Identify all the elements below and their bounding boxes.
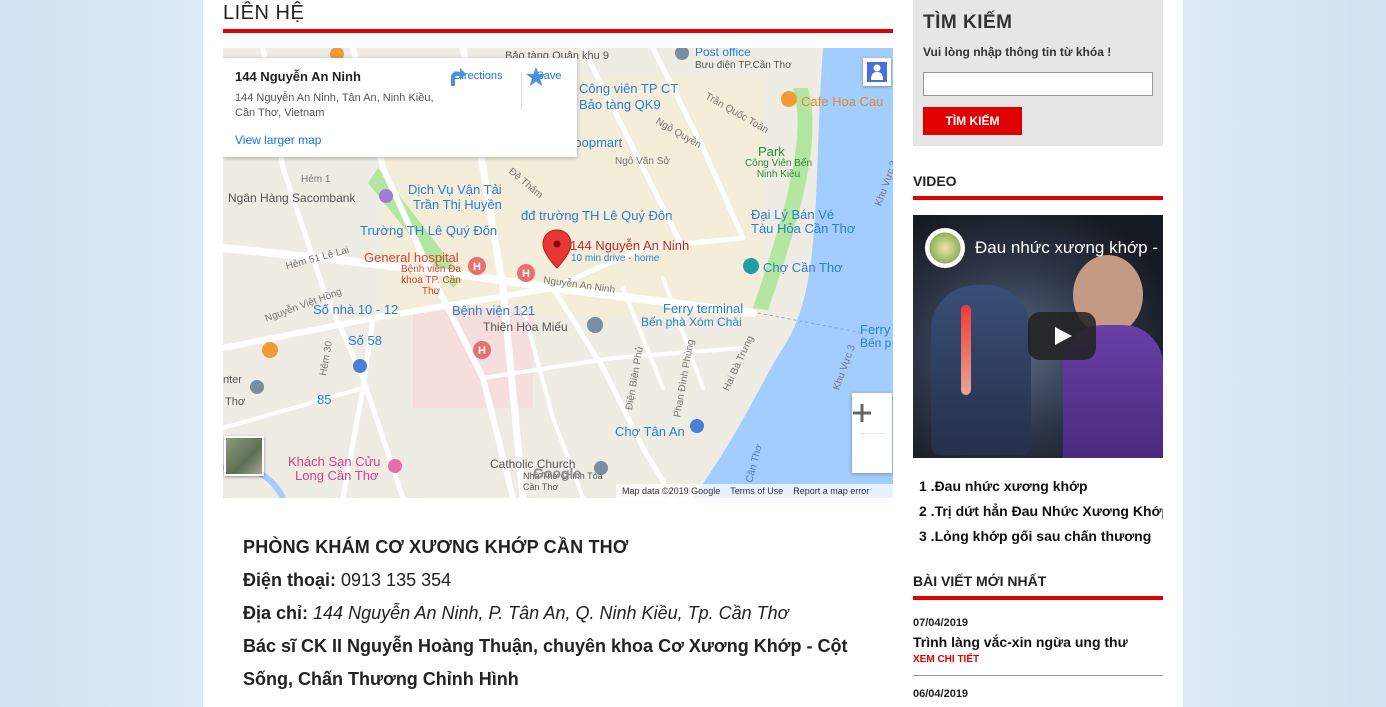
- zoom-controls: [852, 393, 892, 473]
- satellite-toggle[interactable]: [224, 436, 264, 476]
- directions-button[interactable]: Directions: [445, 66, 511, 86]
- map-label-ferry-sub: Bến phà Xóm Chài: [641, 315, 742, 329]
- map-label-so-85: 85: [317, 392, 332, 407]
- map-label-truong-th: Trường TH Lê Quý Đôn: [360, 223, 498, 238]
- map-label-center: nter: [223, 374, 242, 386]
- phone-value: 0913 135 354: [341, 570, 452, 590]
- zoom-out-button[interactable]: [852, 411, 892, 474]
- post-date: 07/04/2019: [913, 617, 969, 629]
- video-list: 1 .Đau nhức xương khớp 2 .Trị dứt hẳn Đa…: [919, 474, 1163, 549]
- map-label-cho-tan-an: Chợ Tân An: [615, 424, 685, 439]
- address-label: Địa chỉ:: [243, 603, 309, 623]
- view-larger-map-link[interactable]: View larger map: [235, 133, 321, 147]
- map-label-dai-ly-ve: Đại Lý Bán Vé: [751, 207, 835, 222]
- minus-icon: [853, 411, 871, 415]
- map-label-hem1: Hẻm 1: [301, 174, 331, 185]
- video-list-item[interactable]: 1 .Đau nhức xương khớp: [919, 474, 1163, 499]
- video-list-item[interactable]: 3 .Lỏng khớp gối sau chấn thương: [919, 524, 1163, 549]
- search-input[interactable]: [923, 72, 1153, 96]
- google-map[interactable]: H H H Bảo tàng Quân khu 9 Post office Bư…: [223, 48, 893, 498]
- map-label-sacombank: Ngân Hàng Sacombank: [228, 191, 356, 205]
- map-label-dai-ly-ve-sub: Tàu Hỏa Cần Thơ: [751, 221, 856, 236]
- map-label-center-sub: Thơ: [225, 396, 246, 408]
- report-map-error-link[interactable]: Report a map error: [793, 486, 869, 496]
- post-divider: [913, 675, 1163, 676]
- post-date: 06/04/2019: [913, 688, 969, 700]
- card-divider: [521, 72, 522, 110]
- map-label-post-office: Post office: [695, 48, 751, 59]
- map-label-general-hospital: General hospital: [364, 250, 459, 265]
- read-more-link[interactable]: XEM CHI TIẾT: [913, 654, 979, 665]
- map-label-van-tai: Dịch Vụ Vận Tải: [408, 182, 502, 197]
- address-line: Địa chỉ: 144 Nguyễn An Ninh, P. Tân An, …: [243, 597, 883, 630]
- map-label-general-hospital-sub: Bệnh viện Đa khoa TP. Cần Thơ: [400, 264, 462, 297]
- page: LIÊN HỆ H H H Bảo tàng Quân khu 9 Post o…: [203, 0, 1183, 707]
- google-logo: Google: [533, 465, 582, 481]
- star-icon: [526, 67, 546, 86]
- pegman-icon: [867, 62, 887, 82]
- video-spine-highlight: [961, 305, 971, 395]
- channel-avatar[interactable]: [925, 228, 965, 268]
- video-list-item[interactable]: 2 .Trị dứt hẳn Đau Nhức Xương Khớp: [919, 499, 1163, 524]
- svg-text:H: H: [478, 345, 486, 357]
- map-label-khach-san-sub: Long Cần Thơ: [295, 468, 379, 483]
- map-label-ferry-right: Ferry: [860, 322, 891, 337]
- latest-posts-heading: BÀI VIẾT MỚI NHẤT: [913, 573, 1047, 589]
- map-label-so-58: Số 58: [348, 333, 382, 348]
- contact-info: PHÒNG KHÁM CƠ XƯƠNG KHỚP CẦN THƠ Điện th…: [243, 531, 883, 696]
- svg-text:H: H: [473, 261, 481, 273]
- map-data-credit: Map data ©2019 Google: [622, 486, 721, 496]
- search-title: TÌM KIẾM: [923, 12, 1013, 33]
- map-label-ferry-terminal: Ferry terminal: [663, 301, 744, 316]
- map-label-van-tai-sub: Trần Thị Huyền: [413, 197, 502, 212]
- save-button[interactable]: Save: [525, 66, 573, 86]
- map-label-ferry-right-sub: Bến p: [860, 336, 892, 350]
- video-player[interactable]: Đau nhức xương khớp -: [913, 215, 1163, 458]
- title-underline: [223, 29, 893, 33]
- info-card-title: 144 Nguyễn An Ninh: [235, 69, 361, 84]
- map-label-cafe: Cafe Hoa Cau: [801, 94, 884, 109]
- latest-posts-rule: [913, 596, 1163, 600]
- map-label-khach-san: Khách Sạn Cửu: [288, 454, 381, 469]
- search-button[interactable]: TÌM KIẾM: [923, 107, 1022, 135]
- map-info-card: 144 Nguyễn An Ninh 144 Nguyễn An Ninh, T…: [223, 58, 577, 157]
- address-value: 144 Nguyễn An Ninh, P. Tân An, Q. Ninh K…: [313, 603, 789, 623]
- video-title[interactable]: Đau nhức xương khớp -: [975, 238, 1158, 258]
- directions-icon: [451, 68, 466, 86]
- map-pin-label: 144 Nguyễn An Ninh: [570, 238, 690, 253]
- video-heading: VIDEO: [913, 173, 957, 189]
- map-label-le-quy-don-school: đđ trường TH Lê Quý Đôn: [521, 208, 673, 223]
- video-figure-left: [931, 285, 1031, 455]
- doctor-info: Bác sĩ CK II Nguyễn Hoàng Thuận, chuyên …: [243, 636, 848, 689]
- map-label-museum-qk9: Bảo tàng QK9: [579, 97, 661, 112]
- terms-of-use-link[interactable]: Terms of Use: [730, 486, 783, 496]
- street-view-button[interactable]: [863, 58, 891, 86]
- page-title: LIÊN HỆ: [223, 2, 305, 24]
- map-label-park-sub: Công Viên Bến Ninh Kiều: [744, 158, 813, 180]
- map-label-post-office-sub: Bưu điện TP.Cần Thơ: [695, 60, 792, 71]
- play-icon[interactable]: [1028, 312, 1096, 360]
- clinic-name: PHÒNG KHÁM CƠ XƯƠNG KHỚP CẦN THƠ: [243, 537, 629, 557]
- search-hint: Vui lòng nhập thông tin từ khóa !: [923, 45, 1112, 59]
- map-pin-sublabel: 10 min drive - home: [571, 253, 660, 264]
- post-title-link[interactable]: Trình làng vắc-xin ngừa ung thư: [913, 634, 1128, 650]
- map-label-thien-hoa-mieu: Thiên Hòa Miếu: [483, 320, 568, 334]
- map-label-ngo-van-so: Ngô Văn Sở: [615, 156, 670, 167]
- phone-label: Điện thoại:: [243, 570, 336, 590]
- map-label-cho-can-tho: Chợ Cần Thơ: [763, 260, 843, 275]
- video-heading-rule: [913, 196, 1163, 200]
- info-card-address: 144 Nguyễn An Ninh, Tân An, Ninh Kiều, C…: [235, 92, 434, 119]
- map-label-park: Park: [758, 144, 785, 159]
- search-widget: TÌM KIẾM Vui lòng nhập thông tin từ khóa…: [913, 0, 1163, 146]
- map-footer: Map data ©2019 Google Terms of Use Repor…: [616, 484, 893, 498]
- map-label-park-ct: Công viên TP CT: [579, 81, 679, 96]
- map-label-benh-vien-121: Bệnh viện 121: [452, 303, 536, 318]
- phone-line: Điện thoại: 0913 135 354: [243, 564, 883, 597]
- svg-text:H: H: [522, 268, 530, 280]
- map-label-so-nha: Số nhà 10 - 12: [313, 302, 399, 317]
